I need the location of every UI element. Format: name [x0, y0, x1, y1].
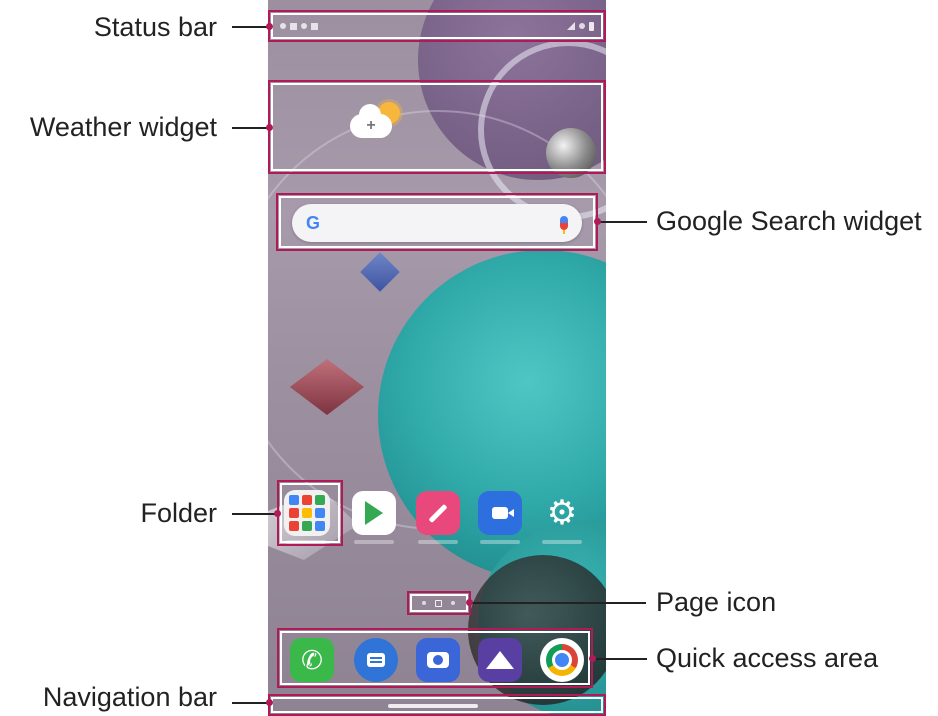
app-label [542, 540, 582, 544]
quick-access-highlight [277, 628, 593, 688]
leader-dot [266, 699, 273, 706]
video-camera-icon[interactable] [478, 491, 522, 535]
callout-status-bar: Status bar [93, 12, 217, 42]
leader-line [470, 602, 646, 604]
weather-widget-highlight [268, 80, 606, 174]
play-triangle-icon [365, 501, 383, 525]
folder-highlight [277, 480, 343, 546]
pen-icon[interactable] [416, 491, 460, 535]
leader-dot [594, 218, 601, 225]
leader-dot [266, 124, 273, 131]
callout-quick-access-area: Quick access area [656, 643, 879, 673]
callout-page-icon: Page icon [656, 587, 777, 617]
callout-weather-widget: Weather widget [29, 112, 217, 142]
app-label [418, 540, 458, 544]
callout-navigation-bar: Navigation bar [42, 682, 217, 712]
search-widget-highlight [276, 193, 598, 251]
navigation-bar-highlight [268, 694, 606, 716]
leader-line [593, 658, 647, 660]
camcorder-icon [492, 507, 514, 519]
pencil-icon [428, 503, 448, 523]
play-store-icon[interactable] [352, 491, 396, 535]
app-label [354, 540, 394, 544]
leader-dot [466, 599, 473, 606]
leader-line [232, 127, 270, 129]
leader-dot [274, 510, 281, 517]
leader-line [232, 702, 270, 704]
status-bar-highlight [268, 10, 606, 42]
leader-dot [589, 655, 596, 662]
callout-google-search-widget: Google Search widget [656, 206, 922, 236]
leader-line [232, 26, 270, 28]
leader-line [597, 221, 647, 223]
leader-dot [266, 23, 273, 30]
page-icon-highlight [407, 591, 471, 615]
settings-gear-icon[interactable]: ⚙ [540, 491, 584, 535]
app-label [480, 540, 520, 544]
leader-line [232, 513, 278, 515]
callout-folder: Folder [140, 498, 217, 528]
gear-icon: ⚙ [546, 494, 578, 532]
